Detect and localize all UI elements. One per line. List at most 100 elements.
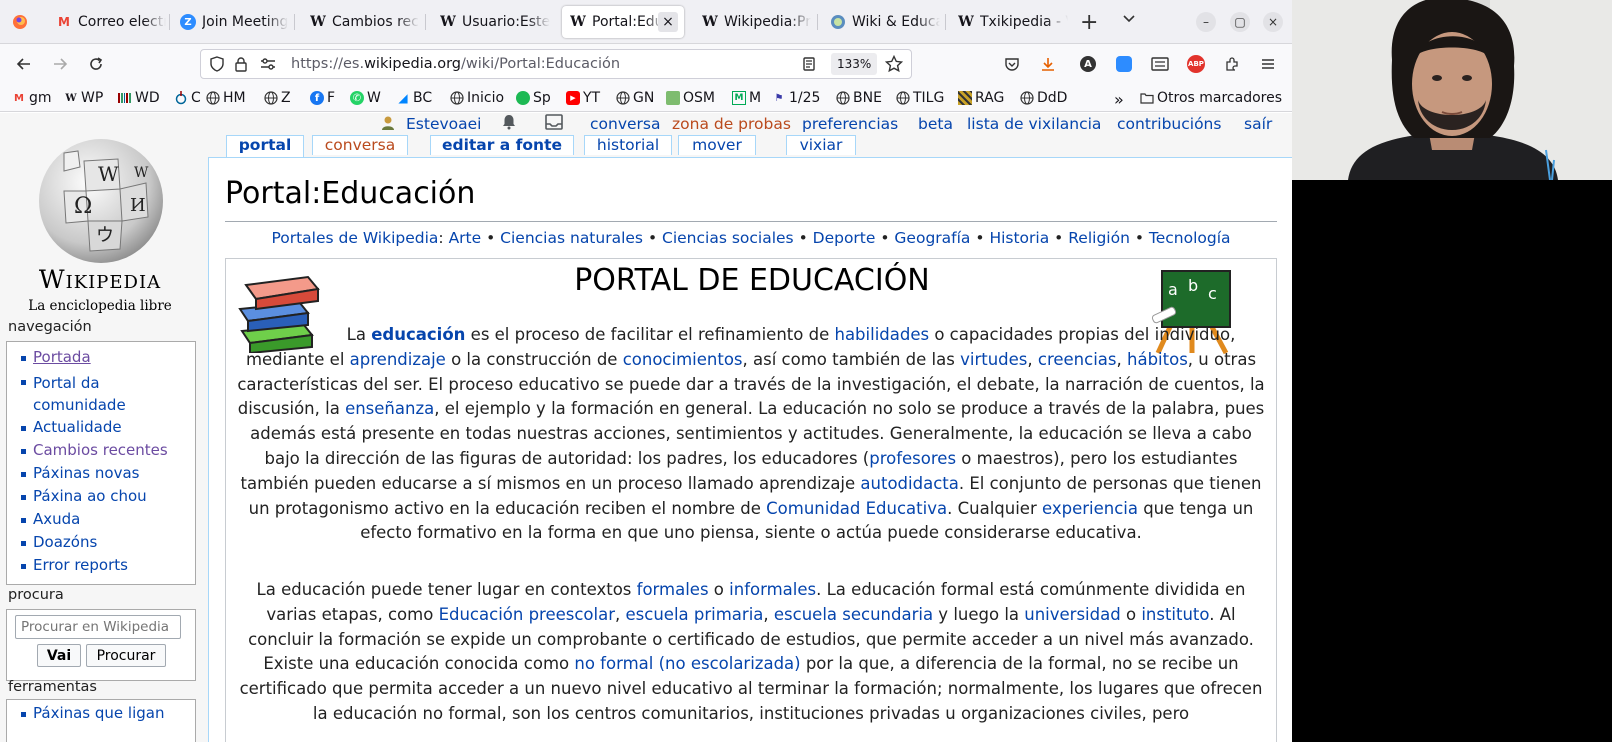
reader-extension-icon[interactable] [1148,52,1172,76]
bookmark-star-icon[interactable] [884,54,904,77]
user-page-link[interactable]: Estevoaei [406,115,481,133]
portal-link[interactable]: Ciencias sociales [662,229,794,247]
nav-paxina-ao-chou[interactable]: Páxina ao chou [21,487,147,505]
bookmark-item[interactable]: Mgm [12,90,52,106]
search-input[interactable] [15,615,181,639]
account-icon[interactable]: A [1076,52,1100,76]
close-window-button[interactable]: × [1263,12,1283,32]
notices-inbox-icon[interactable] [544,113,564,135]
tab-wiki-education[interactable]: Wiki & Educa [822,6,940,38]
portal-link[interactable]: Historia [989,229,1049,247]
reader-view-icon[interactable] [801,56,817,76]
menu-icon[interactable] [1256,52,1280,76]
bookmark-item[interactable]: WD [118,90,160,106]
maximize-button[interactable]: ▢ [1230,12,1250,32]
talk-link[interactable]: conversa [590,115,660,133]
list-all-tabs-button[interactable] [1122,12,1136,30]
beta-link[interactable]: beta [918,115,953,133]
sandbox-link[interactable]: zona de probas [672,115,791,133]
watchlist-link[interactable]: lista de vixilancia [967,115,1101,133]
logout-link[interactable]: saír [1244,115,1272,133]
wikipedia-globe-logo[interactable]: Ω W И ウ W [34,131,168,265]
adblock-plus-icon[interactable]: ABP [1184,52,1208,76]
reload-button[interactable] [84,52,108,76]
bookmark-item[interactable]: RAG [958,90,1004,106]
nav-portada[interactable]: Portada [21,348,91,366]
bookmark-item[interactable]: OSM [666,90,715,106]
portales-link[interactable]: Portales de Wikipedia [271,229,438,247]
zoom-extension-icon[interactable] [1112,52,1136,76]
tab-editar-fonte[interactable]: editar a fonte [430,135,574,155]
tab-portal[interactable]: portal [226,135,304,158]
portal-link[interactable]: Deporte [813,229,876,247]
contributions-link[interactable]: contribucións [1117,115,1221,133]
portal-link[interactable]: Geografía [894,229,970,247]
nav-axuda[interactable]: Axuda [20,510,80,528]
pocket-icon[interactable] [1000,52,1024,76]
tab-gmail[interactable]: M Correo electró [48,6,166,38]
go-button[interactable]: Vai [37,644,81,667]
portal-link[interactable]: Ciencias naturales [500,229,643,247]
tab-portal-educacion[interactable]: W Portal:Edu × [562,6,684,38]
tab-historial[interactable]: historial [584,135,672,155]
tracking-protection-icon[interactable] [209,56,225,76]
url-text[interactable]: https://es.wikipedia.org/wiki/Portal:Edu… [291,56,620,72]
bookmark-item[interactable]: ✆ W [350,90,381,106]
minimize-button[interactable]: – [1196,12,1216,32]
portal-link[interactable]: Tecnología [1149,229,1231,247]
other-bookmarks-folder[interactable]: Otros marcadores [1140,90,1282,106]
bookmark-item[interactable]: BNE [836,90,882,106]
tools-whatlinkshere[interactable]: Páxinas que ligan [20,704,164,722]
bookmark-item[interactable]: Sp [516,90,551,106]
portal-link[interactable]: Arte [449,229,482,247]
nav-doazons[interactable]: Doazóns [20,533,97,551]
forward-button[interactable] [48,52,72,76]
tab-txikipedia[interactable]: W Txikipedia - V [950,6,1068,38]
bookmark-item[interactable]: ▶ YT [566,90,600,106]
wikipedia-wordmark[interactable]: Wikipedia [18,265,182,294]
nav-actualidade[interactable]: Actualidade [21,418,122,436]
close-tab-icon[interactable]: × [658,12,678,32]
tab-vixiar[interactable]: vixiar [786,135,856,155]
bookmark-item[interactable]: GN [616,90,654,106]
permissions-icon[interactable] [259,56,277,76]
search-button[interactable]: Procurar [86,644,166,667]
back-button[interactable] [12,52,36,76]
nav-paxinas-novas[interactable]: Páxinas novas [20,464,139,482]
preferences-link[interactable]: preferencias [802,115,898,133]
url-bar[interactable]: https://es.wikipedia.org/wiki/Portal:Edu… [200,49,912,79]
bookmark-item[interactable]: W WP [64,90,103,106]
wikipedia-icon: W [702,14,718,30]
new-tab-button[interactable]: + [1080,10,1098,35]
bookmark-label: DdD [1037,90,1068,106]
portal-link[interactable]: Religión [1068,229,1130,247]
bookmark-item[interactable]: TILG [896,90,944,106]
bookmark-item[interactable]: fF [310,90,335,106]
tab-usuario[interactable]: W Usuario:Este [432,6,550,38]
navigation-portlet: Portada Portal da comunidade Actualidade… [6,341,196,585]
lock-icon[interactable] [233,56,249,76]
bookmark-item[interactable]: DdD [1020,90,1067,106]
tab-zoom[interactable]: Z Join Meeting [172,6,290,38]
tab-conversa[interactable]: conversa [312,135,408,155]
downloads-icon[interactable] [1036,52,1060,76]
wikipedia-icon: W [958,14,974,30]
bookmark-item[interactable]: ◢ BC [396,90,432,106]
bookmarks-overflow-button[interactable]: » [1114,90,1124,109]
bookmark-item[interactable]: ⚑ 1/25 [772,90,821,106]
nav-error-reports[interactable]: Error reports [21,556,128,574]
nav-cambios-recentes[interactable]: Cambios recentes [21,441,168,459]
nav-portal-comunidade[interactable]: Portal da comunidade [21,372,183,416]
bookmark-item[interactable]: Z [264,90,291,106]
tab-mover[interactable]: mover [678,135,756,155]
tab-wikipedia-pr[interactable]: W Wikipedia:Pr [694,6,812,38]
extensions-icon[interactable] [1220,52,1244,76]
bookmark-item[interactable]: Inicio [450,90,504,106]
zoom-level[interactable]: 133% [831,53,878,75]
notifications-bell-icon[interactable] [500,113,518,135]
tab-cambios[interactable]: W Cambios rec [302,6,420,38]
tab-firefox[interactable] [4,6,40,38]
bookmark-item[interactable]: MM [732,90,761,106]
bookmark-item[interactable]: C [174,90,201,106]
bookmark-item[interactable]: HM [206,90,246,106]
